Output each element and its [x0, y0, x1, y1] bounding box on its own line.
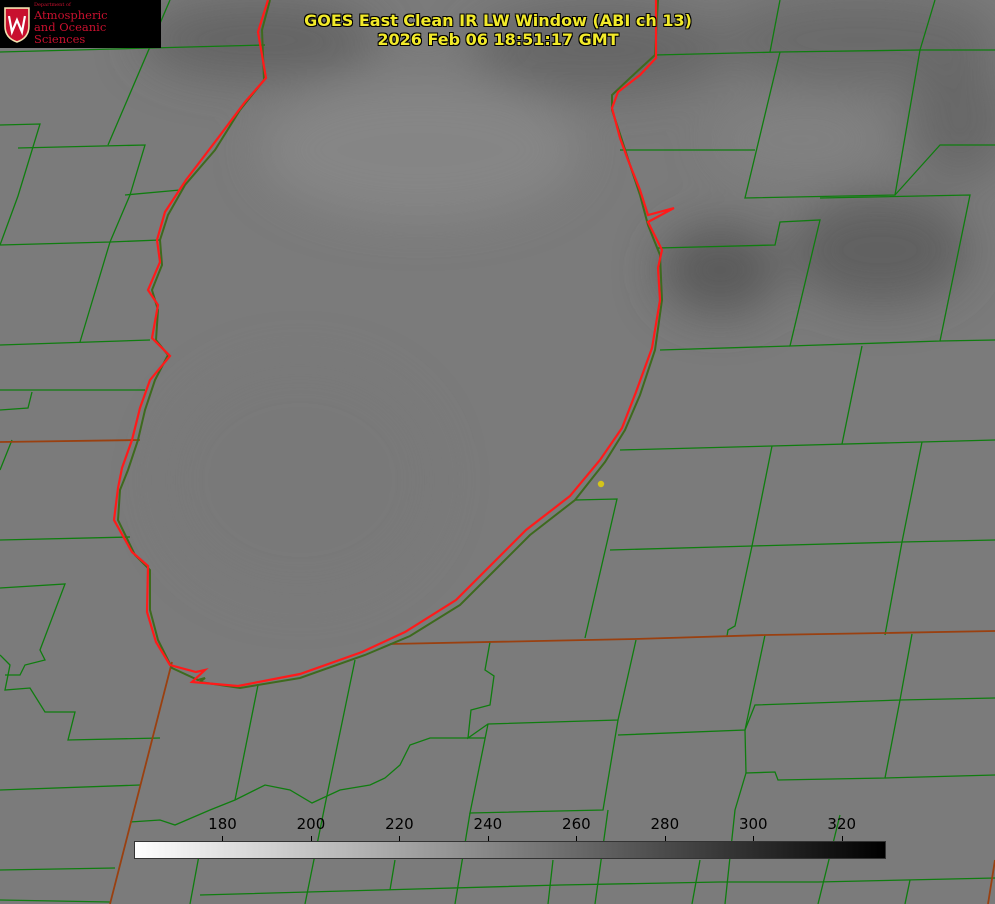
satellite-image: [0, 0, 995, 904]
satellite-map-view: Department of Atmospheric and Oceanic Sc…: [0, 0, 995, 904]
colorbar-tick-mark: [665, 836, 666, 841]
colorbar-tick-mark: [222, 836, 223, 841]
colorbar-tick-mark: [576, 836, 577, 841]
colorbar-tick-mark: [399, 836, 400, 841]
temperature-colorbar: [134, 841, 886, 859]
colorbar-tick-label: 180: [208, 815, 237, 833]
uw-aos-logo: Department of Atmospheric and Oceanic Sc…: [0, 0, 161, 48]
colorbar-tick-mark: [311, 836, 312, 841]
colorbar-tick-label: 260: [562, 815, 591, 833]
logo-text: Department of Atmospheric and Oceanic Sc…: [33, 3, 161, 46]
colorbar-tick-label: 220: [385, 815, 414, 833]
logo-line-1: Atmospheric: [33, 7, 108, 22]
uw-crest-icon: [4, 7, 30, 43]
colorbar-tick-label: 300: [738, 815, 768, 833]
colorbar-tick-label: 320: [827, 815, 857, 833]
colorbar-tick-label: 200: [296, 815, 326, 833]
colorbar-tick-mark: [753, 836, 754, 841]
colorbar-tick-mark: [488, 836, 489, 841]
logo-line-2: and Oceanic Sciences: [33, 19, 107, 46]
colorbar-tick-mark: [842, 836, 843, 841]
station-point-marker: [597, 480, 605, 488]
colorbar-tick-label: 280: [650, 815, 680, 833]
colorbar-tick-label: 240: [473, 815, 503, 833]
